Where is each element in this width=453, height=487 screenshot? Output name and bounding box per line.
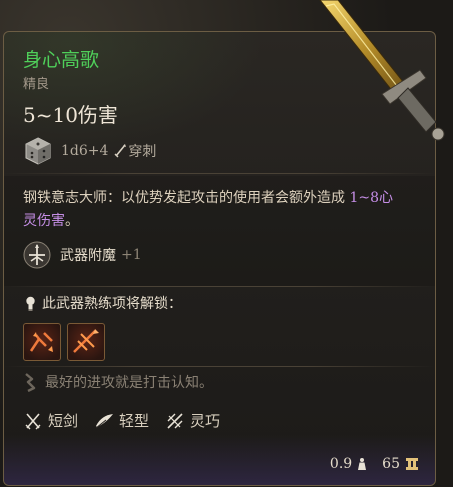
sword-item-image <box>319 0 445 141</box>
gold-coin-icon <box>406 458 418 470</box>
damage-type: 穿刺 <box>128 144 157 160</box>
dice-icon <box>25 137 51 165</box>
finesse-icon <box>167 412 183 429</box>
quote-icon <box>25 373 36 392</box>
item-name: 身心高歌 <box>23 49 100 71</box>
unlocked-actions <box>23 323 105 361</box>
weight-value-row: 0.9 65 <box>330 456 419 472</box>
description-suffix: 。 <box>65 213 79 229</box>
property-finesse[interactable]: 灵巧 <box>165 410 220 431</box>
flavor-row: 最好的进攻就是打击认知。 <box>23 372 213 392</box>
flourish-action-icon[interactable] <box>23 323 61 361</box>
property-short-sword[interactable]: 短剑 <box>23 410 78 431</box>
weight-icon <box>358 458 367 470</box>
piercing-strike-action-icon[interactable] <box>67 323 105 361</box>
flourish-glyph-icon <box>29 332 53 352</box>
short-sword-icon <box>25 412 41 429</box>
property-label: 轻型 <box>119 412 150 430</box>
piercing-icon <box>114 144 127 158</box>
enchantment-bonus: +1 <box>121 247 142 263</box>
weapon-properties: 短剑 轻型 灵巧 <box>23 410 236 431</box>
enchantment-label: 武器附魔 <box>60 248 116 264</box>
divider <box>4 366 435 367</box>
property-label: 灵巧 <box>190 412 221 430</box>
proficiency-title: 此武器熟练项将解锁： <box>42 296 182 312</box>
weapon-enchantment-row: 武器附魔 +1 <box>23 240 142 270</box>
divider <box>4 173 435 174</box>
property-label: 短剑 <box>48 412 79 430</box>
damage-range: 5~10伤害 <box>23 103 118 127</box>
piercing-strike-glyph-icon <box>73 329 99 353</box>
enchantment-icon <box>23 241 51 269</box>
proficiency-header: 此武器熟练项将解锁： <box>25 293 182 313</box>
feather-icon <box>95 413 114 428</box>
flavor-text: 最好的进攻就是打击认知。 <box>45 375 213 391</box>
dice-formula: 1d6+4 <box>61 143 109 159</box>
property-light[interactable]: 轻型 <box>94 410 149 431</box>
item-rarity: 精良 <box>23 77 50 92</box>
dice-row: 1d6+4 穿刺 <box>23 135 156 167</box>
divider <box>4 286 435 287</box>
weight-value: 0.9 <box>329 456 353 472</box>
lightbulb-icon <box>26 296 35 311</box>
description-prefix: 钢铁意志大师：以优势发起攻击的使用者会额外造成 <box>23 190 350 206</box>
weapon-description: 钢铁意志大师：以优势发起攻击的使用者会额外造成 1~8心灵伤害。 <box>23 187 403 233</box>
gold-value: 65 <box>382 456 400 472</box>
